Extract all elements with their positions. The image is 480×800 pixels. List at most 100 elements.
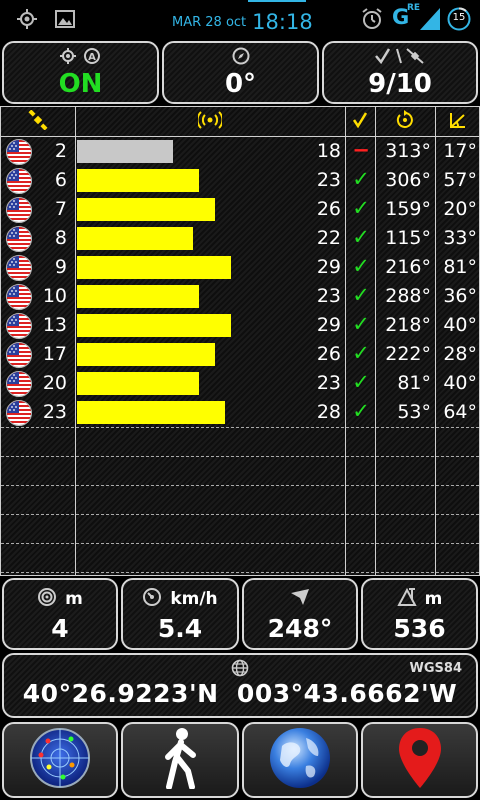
empty-row-divider: [1, 514, 479, 515]
header-elevation[interactable]: [435, 111, 480, 133]
satellite-row[interactable]: 20 23 ✓ 81° 40°: [1, 369, 480, 398]
earth-globe-icon: [268, 726, 332, 794]
globe-button[interactable]: [242, 722, 358, 798]
fix-status-panel[interactable]: A ON: [2, 41, 159, 104]
satellite-row[interactable]: 17 26 ✓ 222° 28°: [1, 340, 480, 369]
satellite-row[interactable]: 23 28 ✓ 53° 64°: [1, 398, 480, 427]
satellite-row[interactable]: 10 23 ✓ 288° 36°: [1, 282, 480, 311]
signal-bar: [77, 343, 215, 366]
signal-bar: [77, 372, 199, 395]
coordinates-text: 40°26.9223'N 003°43.6662'W: [22, 679, 458, 708]
check-icon: [375, 48, 391, 65]
heading-panel[interactable]: 0°: [162, 41, 319, 104]
us-flag-icon: [6, 139, 32, 165]
azimuth-header-icon: [395, 110, 415, 134]
header-satellite[interactable]: [1, 109, 75, 134]
slash-icon: [396, 48, 402, 64]
used-check-icon: ✓: [352, 399, 370, 423]
signal-bar: [77, 140, 173, 163]
used-check-icon: ✓: [352, 196, 370, 220]
header-signal[interactable]: [75, 111, 345, 133]
status-bar: MAR 28 oct 18:18 G RE 15: [0, 0, 480, 38]
fix-status-value: ON: [58, 69, 103, 99]
alarm-icon: [360, 8, 384, 30]
us-flag-icon: [6, 313, 32, 339]
satellite-azimuth: 159°: [385, 198, 431, 220]
used-check-icon: ✓: [352, 225, 370, 249]
used-check-icon: ✓: [352, 341, 370, 365]
satellite-row[interactable]: 9 29 ✓ 216° 81°: [1, 253, 480, 282]
us-flag-icon: [6, 400, 32, 426]
radar-icon: [29, 727, 91, 793]
accuracy-icon: [37, 587, 57, 611]
satellite-icon: [406, 48, 424, 64]
satellite-header-icon: [28, 109, 48, 134]
radar-button[interactable]: [2, 722, 118, 798]
header-azimuth[interactable]: [375, 110, 435, 134]
satellite-prn: 6: [54, 169, 67, 191]
coordinates-panel[interactable]: WGS84 40°26.9223'N 003°43.6662'W: [2, 653, 478, 718]
signal-snr: 26: [316, 343, 341, 365]
satellite-prn: 9: [54, 256, 67, 278]
signal-header-icon: [196, 111, 224, 133]
us-flag-icon: [6, 255, 32, 281]
altitude-value: 536: [393, 614, 446, 643]
satellite-prn: 20: [42, 372, 67, 394]
signal-snr: 23: [316, 285, 341, 307]
elevation-header-icon: [448, 110, 468, 134]
signal-bar: [77, 401, 225, 424]
signal-snr: 23: [316, 372, 341, 394]
satellite-azimuth: 53°: [397, 401, 431, 423]
us-flag-icon: [6, 342, 32, 368]
speed-panel[interactable]: km/h 5.4: [121, 578, 239, 650]
satellite-elevation: 33°: [443, 227, 477, 249]
satellite-elevation: 40°: [443, 372, 477, 394]
us-flag-icon: [6, 168, 32, 194]
accuracy-value: 4: [51, 614, 69, 643]
signal-snr: 28: [316, 401, 341, 423]
datum-label: WGS84: [409, 661, 462, 676]
walk-button[interactable]: [121, 722, 239, 798]
signal-strength-icon: [420, 8, 440, 30]
map-pin-button[interactable]: [361, 722, 478, 798]
used-check-icon: ✓: [352, 254, 370, 278]
satellite-table[interactable]: 2 18−313° 17° 6 23 ✓ 306° 57° 7 26 ✓ 159° 20° 8 22 ✓ 115…: [0, 106, 480, 576]
satellite-elevation: 64°: [443, 401, 477, 423]
svg-text:A: A: [88, 52, 96, 63]
satellite-row[interactable]: 2 18−313° 17°: [1, 137, 480, 166]
satellite-elevation: 40°: [443, 314, 477, 336]
satellite-prn: 10: [42, 285, 67, 307]
satellite-elevation: 20°: [443, 198, 477, 220]
satellite-row[interactable]: 7 26 ✓ 159° 20°: [1, 195, 480, 224]
satellite-row[interactable]: 6 23 ✓ 306° 57°: [1, 166, 480, 195]
altitude-icon: [396, 587, 417, 611]
satellites-panel[interactable]: 9/10: [322, 41, 478, 104]
satellite-elevation: 28°: [443, 343, 477, 365]
bearing-panel[interactable]: 248°: [242, 578, 358, 650]
header-used[interactable]: [345, 111, 375, 133]
satellite-azimuth: 218°: [385, 314, 431, 336]
signal-bar: [77, 198, 215, 221]
empty-row-divider: [1, 456, 479, 457]
signal-snr: 26: [316, 198, 341, 220]
used-check-icon: ✓: [352, 312, 370, 336]
accuracy-panel[interactable]: m 4: [2, 578, 118, 650]
walking-person-icon: [160, 727, 200, 793]
satellite-row[interactable]: 13 29 ✓ 218° 40°: [1, 311, 480, 340]
satellite-prn: 13: [42, 314, 67, 336]
heading-value: 0°: [224, 69, 257, 99]
gps-fix-icon: [59, 48, 76, 64]
satellite-azimuth: 81°: [397, 372, 431, 394]
assisted-gps-icon: A: [83, 48, 100, 64]
signal-bar: [77, 256, 231, 279]
satellite-prn: 23: [42, 401, 67, 423]
signal-bar: [77, 314, 231, 337]
status-date: MAR 28 oct: [172, 15, 247, 30]
signal-bar: [77, 285, 199, 308]
satellite-prn: 7: [54, 198, 67, 220]
empty-row-divider: [1, 543, 479, 544]
compass-icon: [232, 47, 250, 69]
satellite-azimuth: 288°: [385, 285, 431, 307]
satellite-row[interactable]: 8 22 ✓ 115° 33°: [1, 224, 480, 253]
altitude-panel[interactable]: m 536: [361, 578, 478, 650]
